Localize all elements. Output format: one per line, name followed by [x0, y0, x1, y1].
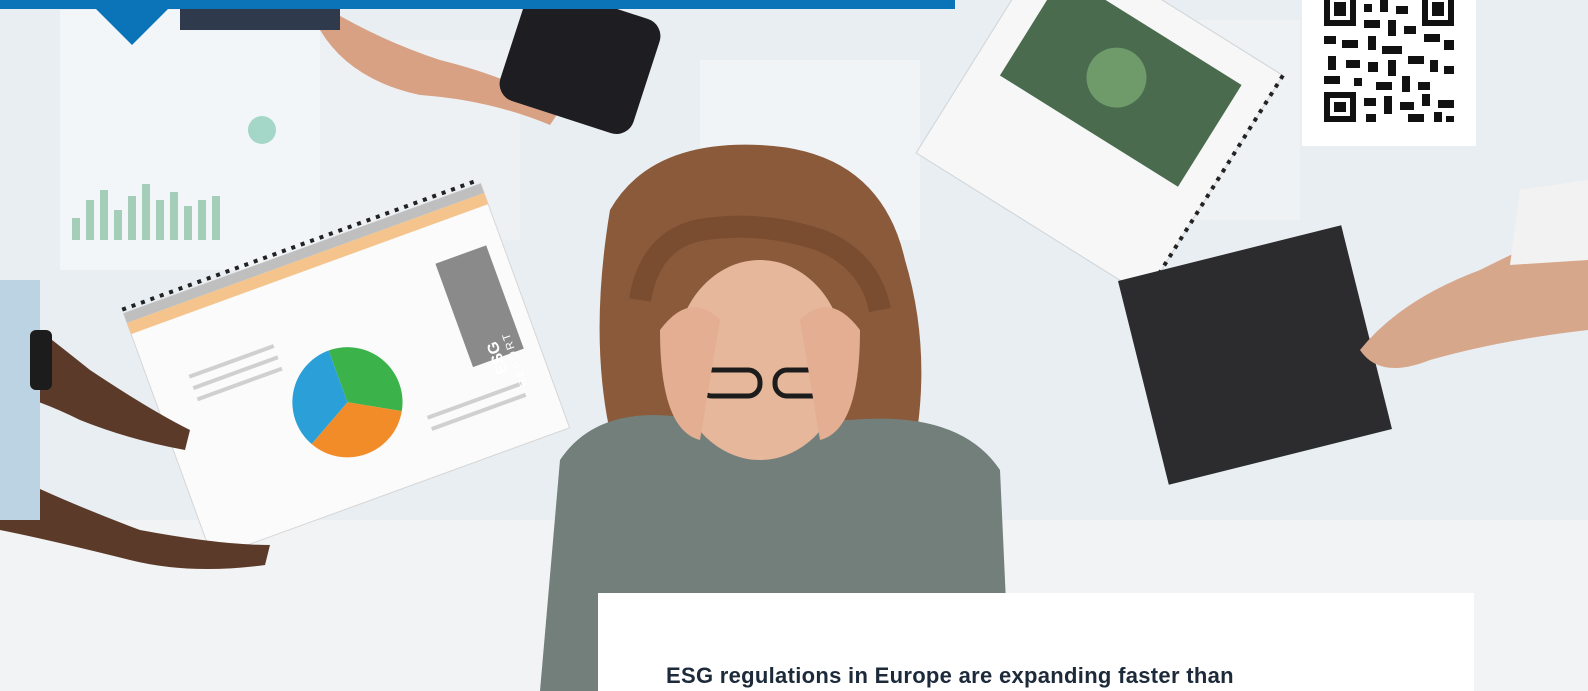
hero-image: ESG REPORT ESG regulations in Europe are… — [0, 0, 1588, 691]
intro-text: ESG regulations in Europe are expanding … — [666, 663, 1234, 688]
qr-code-icon — [1324, 0, 1454, 122]
qr-code[interactable] — [1302, 0, 1476, 146]
top-accent-bar — [0, 0, 955, 9]
accent-notch — [96, 9, 168, 45]
intro-text-card: ESG regulations in Europe are expanding … — [598, 593, 1474, 691]
